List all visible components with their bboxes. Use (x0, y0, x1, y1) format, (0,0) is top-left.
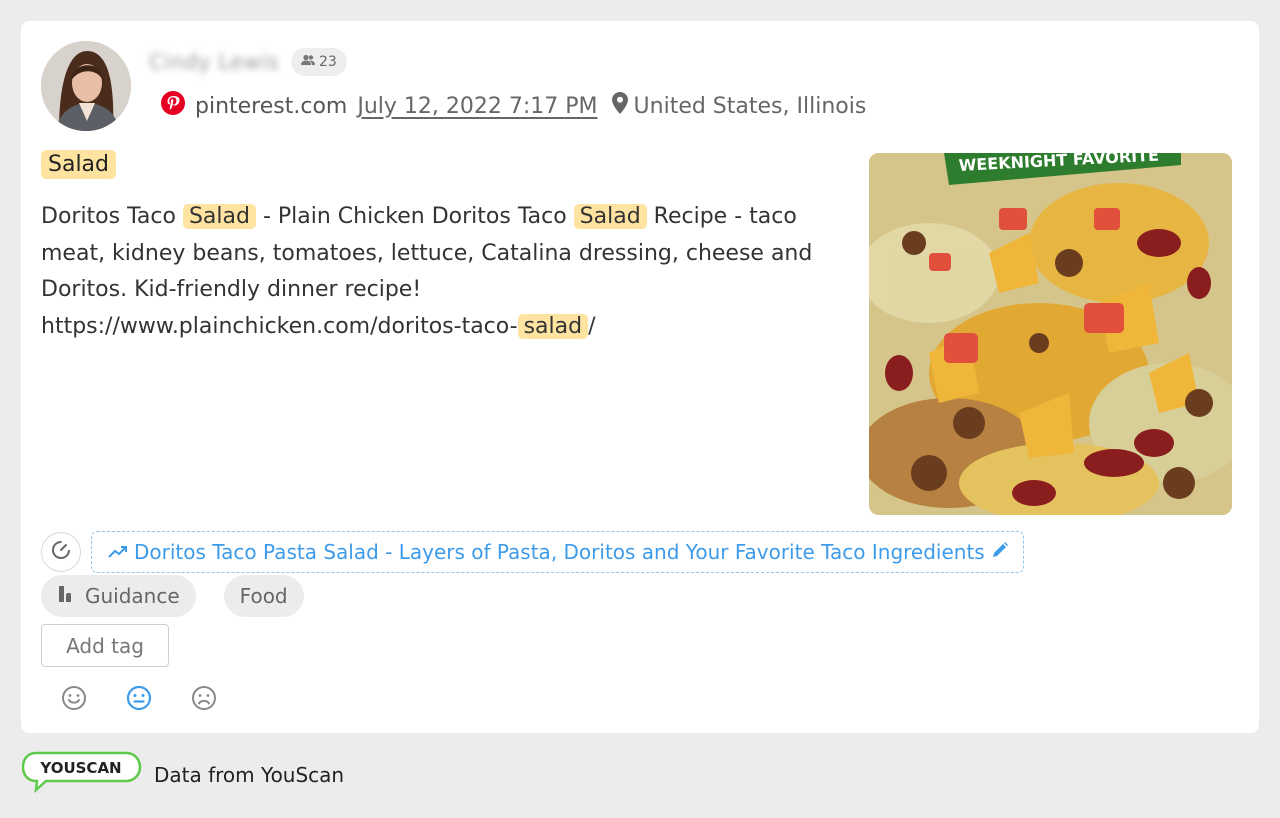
mention-card: Cindy Lewis 23 pinterest.com July 12, 20… (21, 21, 1259, 733)
people-icon (300, 54, 315, 70)
topic-tag: Salad (41, 150, 117, 179)
footer-text: Data from YouScan (154, 763, 345, 787)
keyword-highlight: Salad (182, 204, 256, 229)
cluster-title-link[interactable]: Doritos Taco Pasta Salad - Layers of Pas… (91, 531, 1024, 573)
text-segment: Doritos Taco (41, 204, 183, 229)
pinterest-icon (161, 91, 185, 121)
location-pin-icon (611, 92, 628, 120)
location-text: United States, Illinois (633, 93, 867, 119)
location: United States, Illinois (611, 92, 867, 120)
tag-label: Guidance (85, 584, 180, 608)
footer: YOUSCAN Data from YouScan (21, 750, 345, 800)
neutral-face-icon[interactable] (126, 685, 152, 711)
tag-label: Food (239, 584, 288, 608)
text-segment: / (588, 313, 596, 339)
trend-icon (108, 540, 128, 564)
negative-frown-icon[interactable] (191, 685, 217, 711)
positive-smile-icon[interactable] (61, 685, 87, 711)
author-avatar[interactable] (41, 41, 131, 131)
author-row: Cindy Lewis 23 (149, 47, 347, 77)
source-link[interactable]: pinterest.com (195, 94, 347, 119)
post-text: Doritos Taco Salad - Plain Chicken Dorit… (41, 199, 841, 345)
add-tag-button[interactable]: Add tag (41, 624, 169, 667)
gauge-icon (51, 540, 71, 564)
followers-count: 23 (318, 54, 337, 70)
keyword-highlight: salad (517, 313, 589, 339)
tag-chip-food[interactable]: Food (223, 575, 304, 617)
post-image[interactable]: WEEKNIGHT FAVORITE (869, 153, 1232, 515)
cluster-title: Doritos Taco Pasta Salad - Layers of Pas… (134, 540, 985, 564)
boot-icon (57, 584, 77, 609)
author-name[interactable]: Cindy Lewis (149, 50, 279, 74)
youscan-logo: YOUSCAN (21, 750, 144, 800)
keyword-highlight: Salad (573, 204, 647, 229)
text-segment: - Plain Chicken Doritos Taco (255, 204, 574, 229)
pencil-icon[interactable] (991, 540, 1009, 564)
post-meta: pinterest.com July 12, 2022 7:17 PM Unit… (161, 91, 866, 121)
tags-row: Guidance Food (41, 575, 304, 617)
sentiment-selector (61, 685, 217, 711)
post-date-link[interactable]: July 12, 2022 7:17 PM (357, 94, 597, 119)
tag-chip-guidance[interactable]: Guidance (41, 575, 196, 617)
cluster-assign-button[interactable] (41, 532, 81, 572)
svg-text:YOUSCAN: YOUSCAN (39, 759, 121, 777)
cluster-row: Doritos Taco Pasta Salad - Layers of Pas… (41, 531, 1024, 573)
followers-badge: 23 (290, 48, 347, 76)
